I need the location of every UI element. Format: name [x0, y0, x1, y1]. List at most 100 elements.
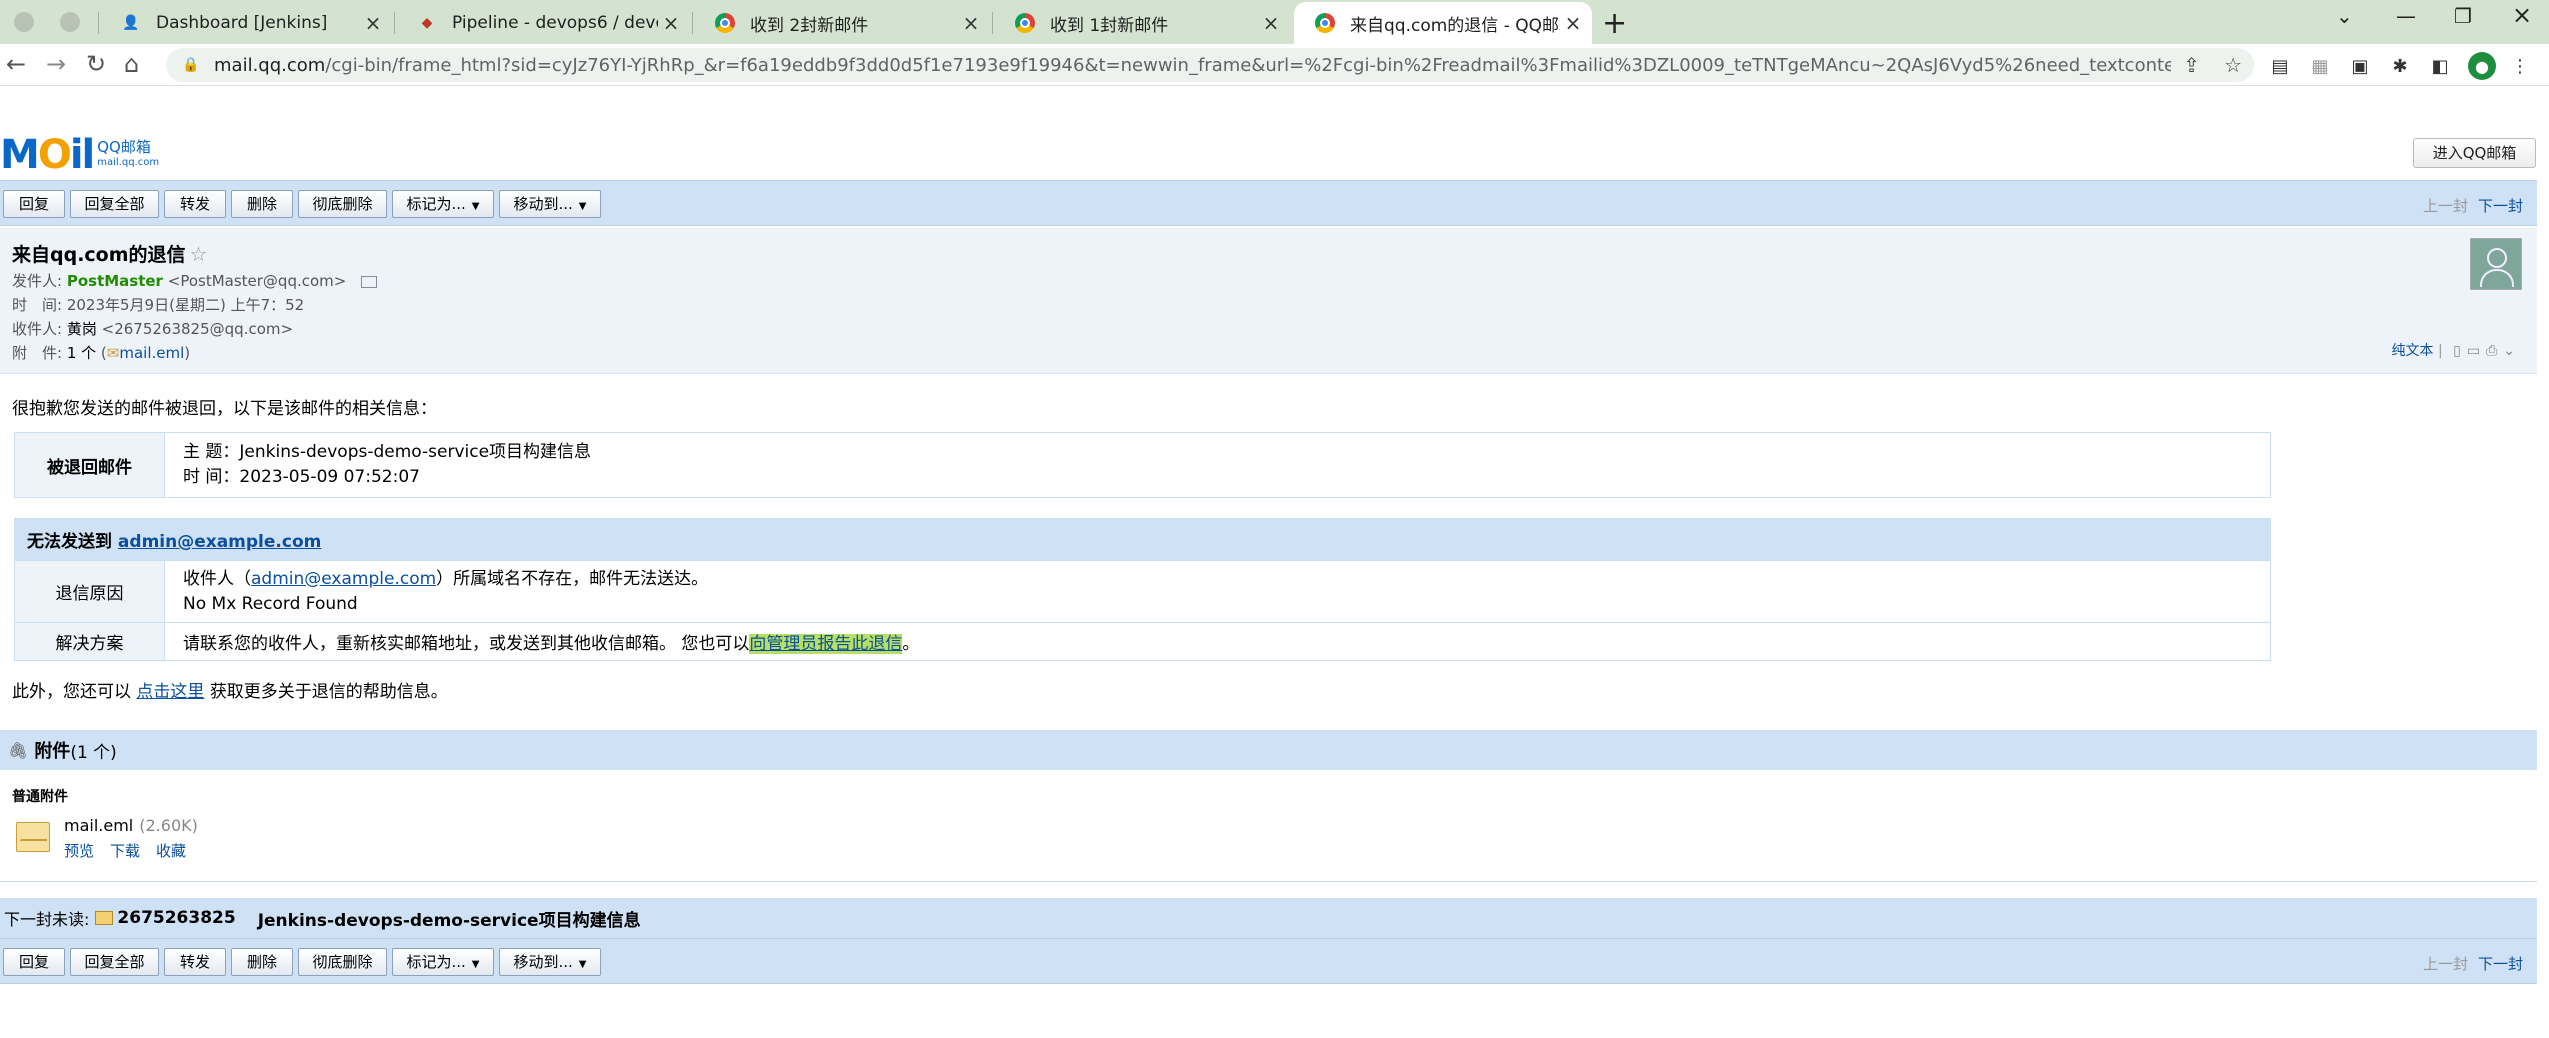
puzzle-icon[interactable]: ✱: [2388, 54, 2412, 78]
logo-brand: QQ邮箱 mail.qq.com: [97, 138, 160, 168]
pinned-tab-1[interactable]: [14, 12, 34, 32]
save-link[interactable]: 收藏: [156, 842, 186, 860]
bounce-intro: 很抱歉您发送的邮件被退回，以下是该邮件的相关信息：: [12, 399, 437, 419]
tab-search-icon[interactable]: ⌄: [2336, 4, 2353, 28]
tab-bounce-mail[interactable]: 来自qq.com的退信 - QQ邮箱 ×: [1294, 2, 1592, 44]
report-admin-link[interactable]: 向管理员报告此退信: [749, 634, 903, 654]
window-close-icon[interactable]: ×: [2512, 1, 2532, 29]
contact-card-icon[interactable]: [361, 275, 378, 288]
tab-pipeline[interactable]: ◆ Pipeline - devops6 / devops-demo-servi…: [396, 4, 690, 42]
recipient-row: 收件人: 黄岗 <2675263825@qq.com>: [12, 320, 294, 338]
reason-address-link[interactable]: admin@example.com: [251, 569, 436, 589]
solution-label: 解决方案: [14, 622, 165, 661]
extension-badge-icon[interactable]: ▣: [2348, 54, 2372, 78]
close-icon[interactable]: ×: [658, 11, 684, 35]
close-icon[interactable]: ×: [360, 11, 386, 35]
profile-avatar[interactable]: ●: [2468, 52, 2496, 80]
enter-qqmail-button[interactable]: 进入QQ邮箱: [2413, 138, 2536, 168]
extra-help: 此外，您还可以 点击这里 获取更多关于退信的帮助信息。: [12, 682, 448, 702]
attachments-bar: 🖇 附件 (1 个): [0, 730, 2537, 770]
menu-icon[interactable]: ⋮: [2508, 54, 2532, 78]
expand-icon[interactable]: ⌄: [2503, 343, 2515, 359]
share-icon[interactable]: ⇪: [2183, 53, 2200, 77]
preview-link[interactable]: 预览: [64, 842, 94, 860]
delete-permanently-button[interactable]: 彻底删除: [298, 190, 387, 218]
mark-as-dropdown[interactable]: 标记为... ▼: [392, 948, 494, 976]
tab-separator: [692, 12, 693, 34]
bounce-reason-table: 无法发送到 admin@example.com 退信原因 收件人（admin@e…: [14, 518, 2271, 661]
plain-text-link[interactable]: 纯文本: [2391, 343, 2433, 359]
sender-row: 发件人: PostMaster <PostMaster@qq.com>: [12, 270, 378, 291]
qqmail-logo[interactable]: MOil QQ邮箱 mail.qq.com: [0, 132, 160, 178]
reply-button[interactable]: 回复: [3, 190, 65, 218]
bounced-subject: 主 题：Jenkins-devops-demo-service项目构建信息: [183, 442, 592, 462]
sender-name[interactable]: PostMaster: [67, 272, 163, 290]
new-tab-icon[interactable]: +: [1602, 6, 1627, 41]
mark-as-dropdown[interactable]: 标记为... ▼: [392, 190, 494, 218]
side-panel-icon[interactable]: ◧: [2428, 54, 2452, 78]
close-icon[interactable]: ×: [1560, 11, 1586, 35]
close-icon[interactable]: ×: [1258, 11, 1284, 35]
pipeline-icon: ◆: [421, 15, 433, 31]
forward-button[interactable]: 转发: [164, 190, 226, 218]
reading-list-icon[interactable]: ▤: [2268, 54, 2292, 78]
attachments-title: 附件: [34, 741, 71, 762]
bookmark-star-icon[interactable]: ☆: [2224, 53, 2242, 77]
pinned-tab-2[interactable]: [60, 12, 80, 32]
extension-icon[interactable]: ▦: [2308, 54, 2332, 78]
tab-title: 收到 2封新邮件: [750, 15, 869, 36]
failed-address-link[interactable]: admin@example.com: [118, 532, 321, 552]
caret-down-icon: ▼: [471, 959, 480, 970]
restore-icon[interactable]: ❐: [2454, 4, 2472, 28]
delete-button[interactable]: 删除: [231, 190, 293, 218]
sender-avatar[interactable]: [2470, 238, 2522, 290]
tab-jenkins-dashboard[interactable]: 👤 Dashboard [Jenkins] ×: [100, 4, 392, 42]
reply-all-button[interactable]: 回复全部: [70, 948, 159, 976]
click-here-link[interactable]: 点击这里: [136, 682, 204, 702]
reply-all-button[interactable]: 回复全部: [70, 190, 159, 218]
download-link[interactable]: 下载: [110, 842, 140, 860]
reply-button[interactable]: 回复: [3, 948, 65, 976]
tab-new-mail-1[interactable]: 收到 1封新邮件 ×: [994, 4, 1290, 42]
new-window-icon[interactable]: ▭: [2467, 343, 2480, 359]
next-unread-sender[interactable]: 2675263825: [117, 908, 235, 928]
next-mail-link[interactable]: 下一封: [2478, 197, 2523, 215]
star-icon[interactable]: ☆: [190, 242, 208, 266]
delete-permanently-button[interactable]: 彻底删除: [298, 948, 387, 976]
next-unread-label: 下一封未读:: [4, 910, 90, 929]
attachment-count: 1 个: [66, 344, 97, 362]
close-icon[interactable]: ×: [958, 11, 984, 35]
move-to-dropdown[interactable]: 移动到... ▼: [499, 190, 601, 218]
caret-down-icon: ▼: [578, 201, 587, 212]
url-text[interactable]: mail.qq.com/cgi-bin/frame_html?sid=cyJz7…: [214, 55, 2171, 76]
print-icon[interactable]: ▯: [2453, 343, 2461, 359]
address-bar[interactable]: 🔒 mail.qq.com/cgi-bin/frame_html?sid=cyJ…: [166, 48, 2254, 82]
move-to-dropdown[interactable]: 移动到... ▼: [499, 948, 601, 976]
attachment-link[interactable]: mail.eml: [119, 344, 184, 362]
view-options: 纯文本 | ▯ ▭ ⎙ ⌄: [2391, 343, 2515, 359]
sender-address: <PostMaster@qq.com>: [167, 272, 347, 290]
prev-next-nav: 上一封 下一封: [2423, 953, 2523, 974]
printer-icon[interactable]: ⎙: [2486, 343, 2497, 359]
back-icon[interactable]: ←: [6, 50, 26, 78]
home-icon[interactable]: ⌂: [124, 50, 139, 78]
minimize-icon[interactable]: —: [2396, 4, 2416, 28]
caret-down-icon: ▼: [578, 959, 587, 970]
url-path: /cgi-bin/frame_html?sid=cyJz76YI-YjRhRp_…: [325, 54, 2172, 76]
attachment-filename[interactable]: mail.eml: [64, 816, 133, 835]
tab-title: 收到 1封新邮件: [1050, 15, 1169, 36]
lock-icon[interactable]: 🔒: [182, 57, 200, 73]
recipient-name[interactable]: 黄岗: [67, 320, 97, 338]
reload-icon[interactable]: ↻: [86, 50, 106, 78]
bounced-mail-table: 被退回邮件 主 题：Jenkins-devops-demo-service项目构…: [14, 432, 2271, 498]
tab-title: 来自qq.com的退信 - QQ邮箱: [1350, 15, 1560, 36]
eml-file-icon[interactable]: [16, 822, 50, 852]
prev-mail-link: 上一封: [2422, 955, 2468, 973]
next-mail-link[interactable]: 下一封: [2478, 955, 2523, 973]
tab-new-mail-2[interactable]: 收到 2封新邮件 ×: [694, 4, 990, 42]
forward-icon[interactable]: →: [46, 50, 66, 78]
next-unread-subject[interactable]: Jenkins-devops-demo-service项目构建信息: [258, 906, 641, 931]
paperclip-icon: 🖇: [8, 740, 29, 760]
delete-button[interactable]: 删除: [231, 948, 293, 976]
forward-button[interactable]: 转发: [164, 948, 226, 976]
